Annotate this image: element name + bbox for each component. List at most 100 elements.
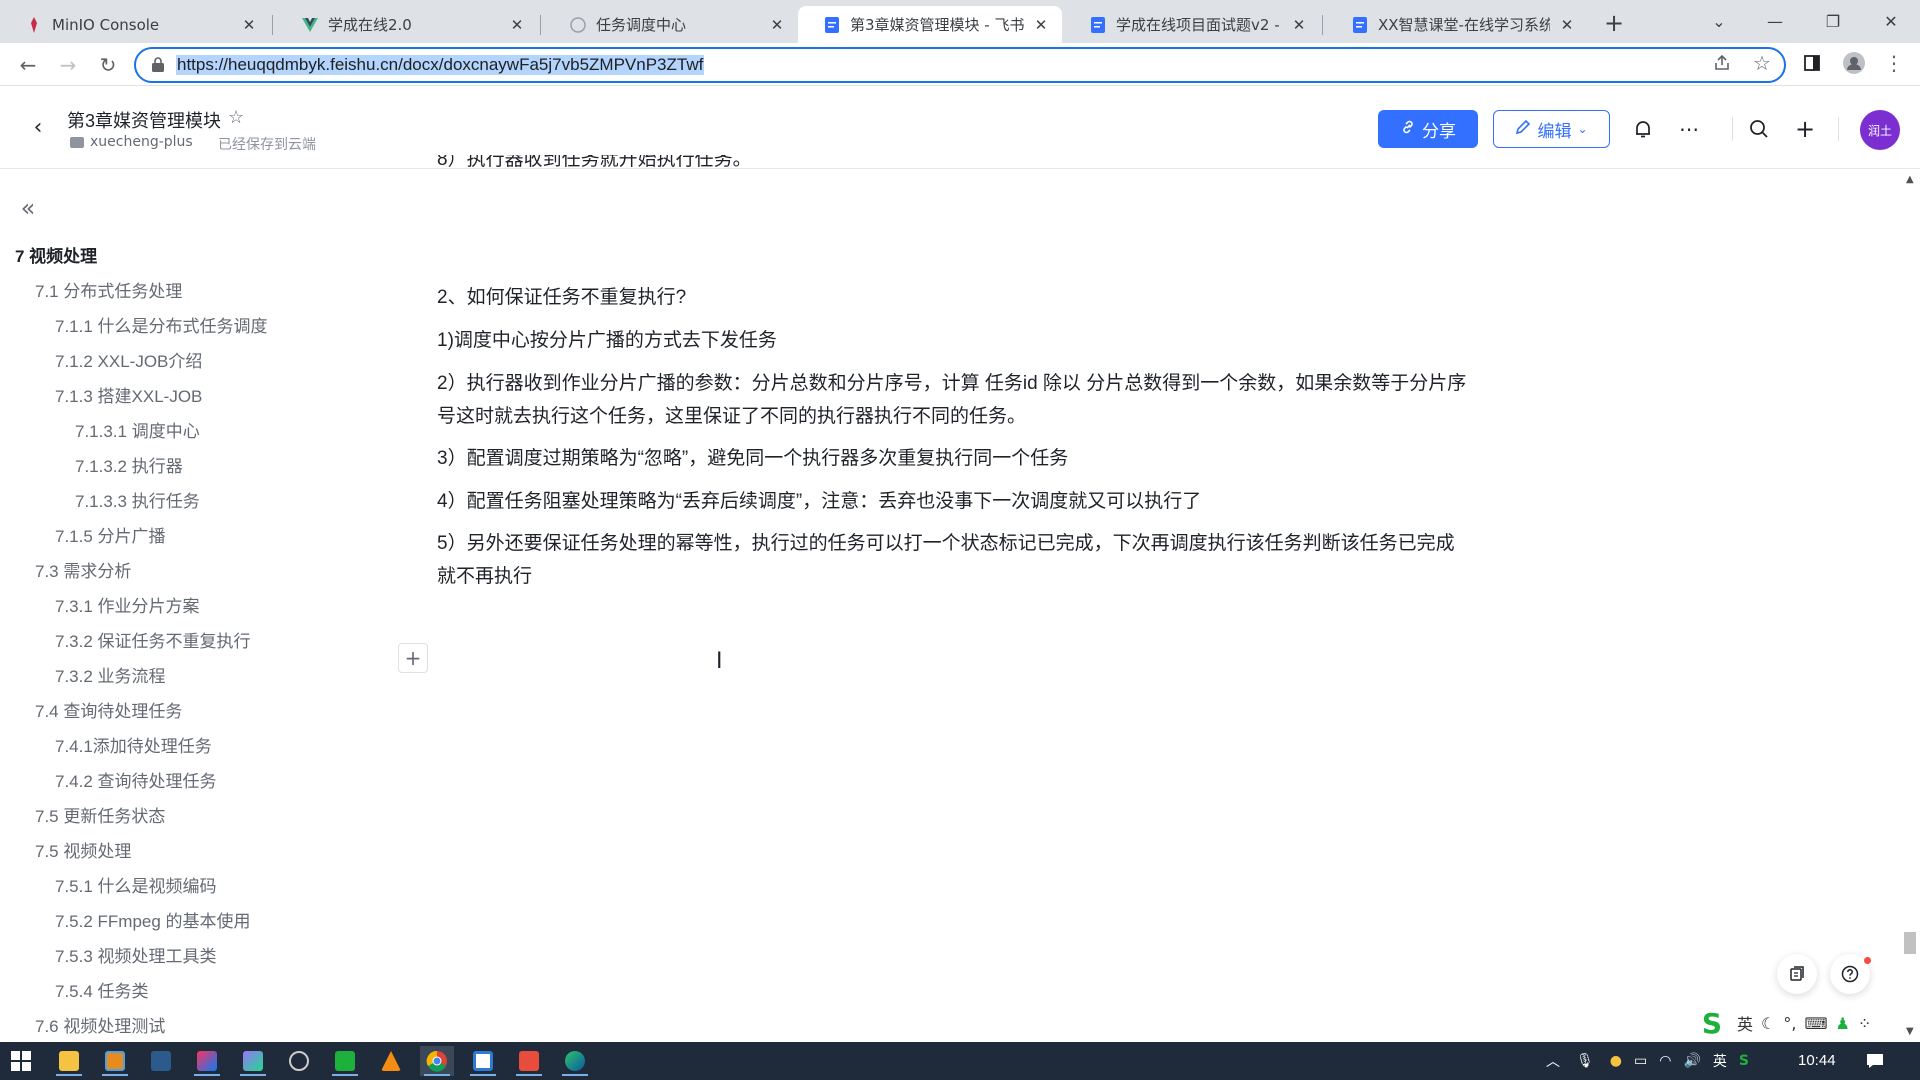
tab-minio-console[interactable]: MinIO Console ✕ — [0, 6, 270, 43]
scrollbar[interactable]: ▲ ▼ — [1900, 170, 1920, 1040]
toc-item[interactable]: 7.5.3 视频处理工具类 — [55, 942, 217, 967]
avatar[interactable]: 润土 — [1860, 110, 1900, 150]
microphone-icon[interactable]: 🎙 — [1576, 1053, 1594, 1069]
grid-icon[interactable]: ⁘ — [1858, 1014, 1871, 1033]
close-icon[interactable]: ✕ — [240, 16, 258, 34]
search-icon[interactable] — [1746, 116, 1772, 142]
chrome-icon[interactable] — [420, 1046, 454, 1076]
edit-button[interactable]: 编辑 ⌄ — [1493, 110, 1610, 148]
close-icon[interactable]: ✕ — [1558, 16, 1576, 34]
address-bar[interactable]: https://heuqqdmbyk.feishu.cn/docx/doxcna… — [134, 47, 1786, 83]
share-page-icon[interactable] — [1708, 49, 1736, 77]
toc-item[interactable]: 7.4 查询待处理任务 — [35, 697, 182, 722]
toc-item[interactable]: 7.3 需求分析 — [35, 557, 131, 582]
toc-item[interactable]: 7.5.2 FFmpeg 的基本使用 — [55, 907, 251, 932]
doc-paragraph[interactable]: 1)调度中心按分片广播的方式去下发任务 — [437, 324, 1467, 357]
share-button[interactable]: 分享 — [1378, 110, 1478, 148]
doc-paragraph[interactable]: 3）配置调度过期策略为“忽略”，避免同一个执行器多次重复执行同一个任务 — [437, 442, 1467, 475]
more-horizontal-icon[interactable]: ⋯ — [1676, 116, 1702, 142]
folder-breadcrumb[interactable]: xuecheng-plus — [70, 134, 193, 150]
app-icon-orange[interactable] — [98, 1046, 132, 1076]
window-close-icon[interactable]: ✕ — [1868, 6, 1914, 36]
url-text[interactable]: https://heuqqdmbyk.feishu.cn/docx/doxcna… — [176, 55, 705, 75]
doc-paragraph[interactable]: 4）配置任务阻塞处理策略为“丢弃后续调度”，注意：丢弃也没事下一次调度就又可以执… — [437, 485, 1467, 518]
file-explorer-icon[interactable] — [52, 1046, 86, 1076]
sogou-tray-icon[interactable]: S — [1739, 1053, 1749, 1069]
toc-item[interactable]: 7.5 更新任务状态 — [35, 802, 165, 827]
tray-expand-icon[interactable]: ︿ — [1546, 1051, 1560, 1071]
close-icon[interactable]: ✕ — [768, 16, 786, 34]
toc-item[interactable]: 7 视频处理 — [15, 242, 97, 267]
vlc-icon[interactable] — [374, 1046, 408, 1076]
toc-item[interactable]: 7.5.1 什么是视频编码 — [55, 872, 217, 897]
tab-task-scheduler[interactable]: 任务调度中心 ✕ — [544, 6, 798, 43]
new-tab-button[interactable]: + — [1600, 9, 1628, 37]
user-icon[interactable]: ♟ — [1836, 1014, 1850, 1033]
collapse-double-chevron-icon[interactable]: « — [15, 194, 41, 222]
ime-toolbar[interactable]: S 英 ☾ °, ⌨ ♟ ⁘ — [1695, 1005, 1900, 1041]
punctuation-icon[interactable]: °, — [1783, 1014, 1796, 1033]
scroll-down-arrow-icon[interactable]: ▼ — [1906, 1026, 1914, 1037]
plus-icon[interactable]: + — [1792, 115, 1818, 143]
app-icon-circle[interactable] — [282, 1046, 316, 1076]
moon-icon[interactable]: ☾ — [1761, 1014, 1775, 1033]
close-icon[interactable]: ✕ — [1032, 16, 1050, 34]
toc-item[interactable]: 7.5 视频处理 — [35, 837, 131, 862]
toc-item[interactable]: 7.1.5 分片广播 — [55, 522, 166, 547]
toc-item[interactable]: 7.1.1 什么是分布式任务调度 — [55, 312, 268, 337]
toc-item[interactable]: 7.3.2 业务流程 — [55, 662, 166, 687]
app-icon-edge[interactable] — [558, 1046, 592, 1076]
toc-item[interactable]: 7.4.2 查询待处理任务 — [55, 767, 217, 792]
close-icon[interactable]: ✕ — [508, 16, 526, 34]
keyboard-icon[interactable]: ⌨ — [1804, 1014, 1827, 1033]
tab-search-icon[interactable]: ⌄ — [1696, 6, 1742, 36]
toc-item[interactable]: 7.6 视频处理测试 — [35, 1012, 165, 1037]
toc-item[interactable]: 7.1.3.1 调度中心 — [75, 417, 200, 442]
doc-paragraph-clipped[interactable]: 8）执行器收到任务就开始执行任务。 — [437, 155, 1467, 177]
wifi-icon[interactable]: ◠ — [1659, 1053, 1671, 1069]
star-icon[interactable]: ☆ — [228, 107, 248, 128]
clock[interactable]: 10:44 — [1798, 1052, 1836, 1069]
tab-xuecheng[interactable]: 学成在线2.0 ✕ — [276, 6, 538, 43]
toc-item[interactable]: 7.5.4 任务类 — [55, 977, 149, 1002]
toc-item[interactable]: 7.3.2 保证任务不重复执行 — [55, 627, 251, 652]
notification-center-icon[interactable] — [1866, 1042, 1884, 1080]
restore-icon[interactable]: ❐ — [1810, 6, 1856, 36]
add-block-button[interactable]: + — [398, 643, 428, 673]
toc-item[interactable]: 7.1.3.3 执行任务 — [75, 487, 200, 512]
back-arrow-icon[interactable]: ← — [14, 51, 42, 79]
app-icon-window[interactable] — [466, 1046, 500, 1076]
tray-app-icon[interactable]: ● — [1610, 1053, 1622, 1069]
windows-start-icon[interactable] — [4, 1046, 38, 1076]
datagrip-icon[interactable] — [236, 1046, 270, 1076]
tab-media-doc[interactable]: 第3章媒资管理模块 - 飞书云 ✕ — [798, 6, 1062, 43]
kebab-menu-icon[interactable]: ⋮ — [1880, 49, 1908, 77]
toc-item[interactable]: 7.1.2 XXL-JOB介绍 — [55, 347, 202, 372]
close-icon[interactable]: ✕ — [1290, 16, 1308, 34]
side-panel-icon[interactable] — [1798, 49, 1826, 77]
bookmark-star-icon[interactable]: ☆ — [1748, 49, 1776, 77]
battery-icon[interactable]: ▭ — [1634, 1053, 1647, 1069]
chevron-left-icon[interactable]: ‹ — [24, 113, 52, 141]
tab-interview-doc[interactable]: 学成在线项目面试题v2 - 飞 ✕ — [1064, 6, 1320, 43]
doc-paragraph[interactable]: 5）另外还要保证任务处理的幂等性，执行过的任务可以打一个状态标记已完成，下次再调… — [437, 527, 1467, 593]
forward-arrow-icon[interactable]: → — [54, 51, 82, 79]
app-icon-green[interactable] — [328, 1046, 362, 1076]
toc-item[interactable]: 7.3.1 作业分片方案 — [55, 592, 200, 617]
doc-paragraph[interactable]: 2）执行器收到作业分片广播的参数：分片总数和分片序号，计算 任务id 除以 分片… — [437, 367, 1467, 433]
toc-item[interactable]: 7.4.1添加待处理任务 — [55, 732, 212, 757]
ime-lang[interactable]: 英 — [1737, 1011, 1753, 1035]
app-icon-pen[interactable] — [512, 1046, 546, 1076]
doc-title[interactable]: 第3章媒资管理模块 — [67, 107, 221, 133]
volume-icon[interactable]: 🔊 — [1683, 1053, 1700, 1069]
toc-item[interactable]: 7.1.3.2 执行器 — [75, 452, 183, 477]
toc-item[interactable]: 7.1.3 搭建XXL-JOB — [55, 382, 202, 407]
bell-icon[interactable] — [1630, 116, 1656, 142]
minimize-icon[interactable]: — — [1752, 6, 1798, 36]
tab-smart-classroom[interactable]: XX智慧课堂-在线学习系统 ✕ — [1326, 6, 1588, 43]
tray-lang[interactable]: 英 — [1713, 1051, 1727, 1071]
toc-item[interactable]: 7.1 分布式任务处理 — [35, 277, 182, 302]
doc-outline-button[interactable] — [1777, 954, 1817, 994]
profile-icon[interactable] — [1840, 49, 1868, 77]
doc-heading[interactable]: 2、如何保证任务不重复执行? — [437, 281, 1467, 314]
